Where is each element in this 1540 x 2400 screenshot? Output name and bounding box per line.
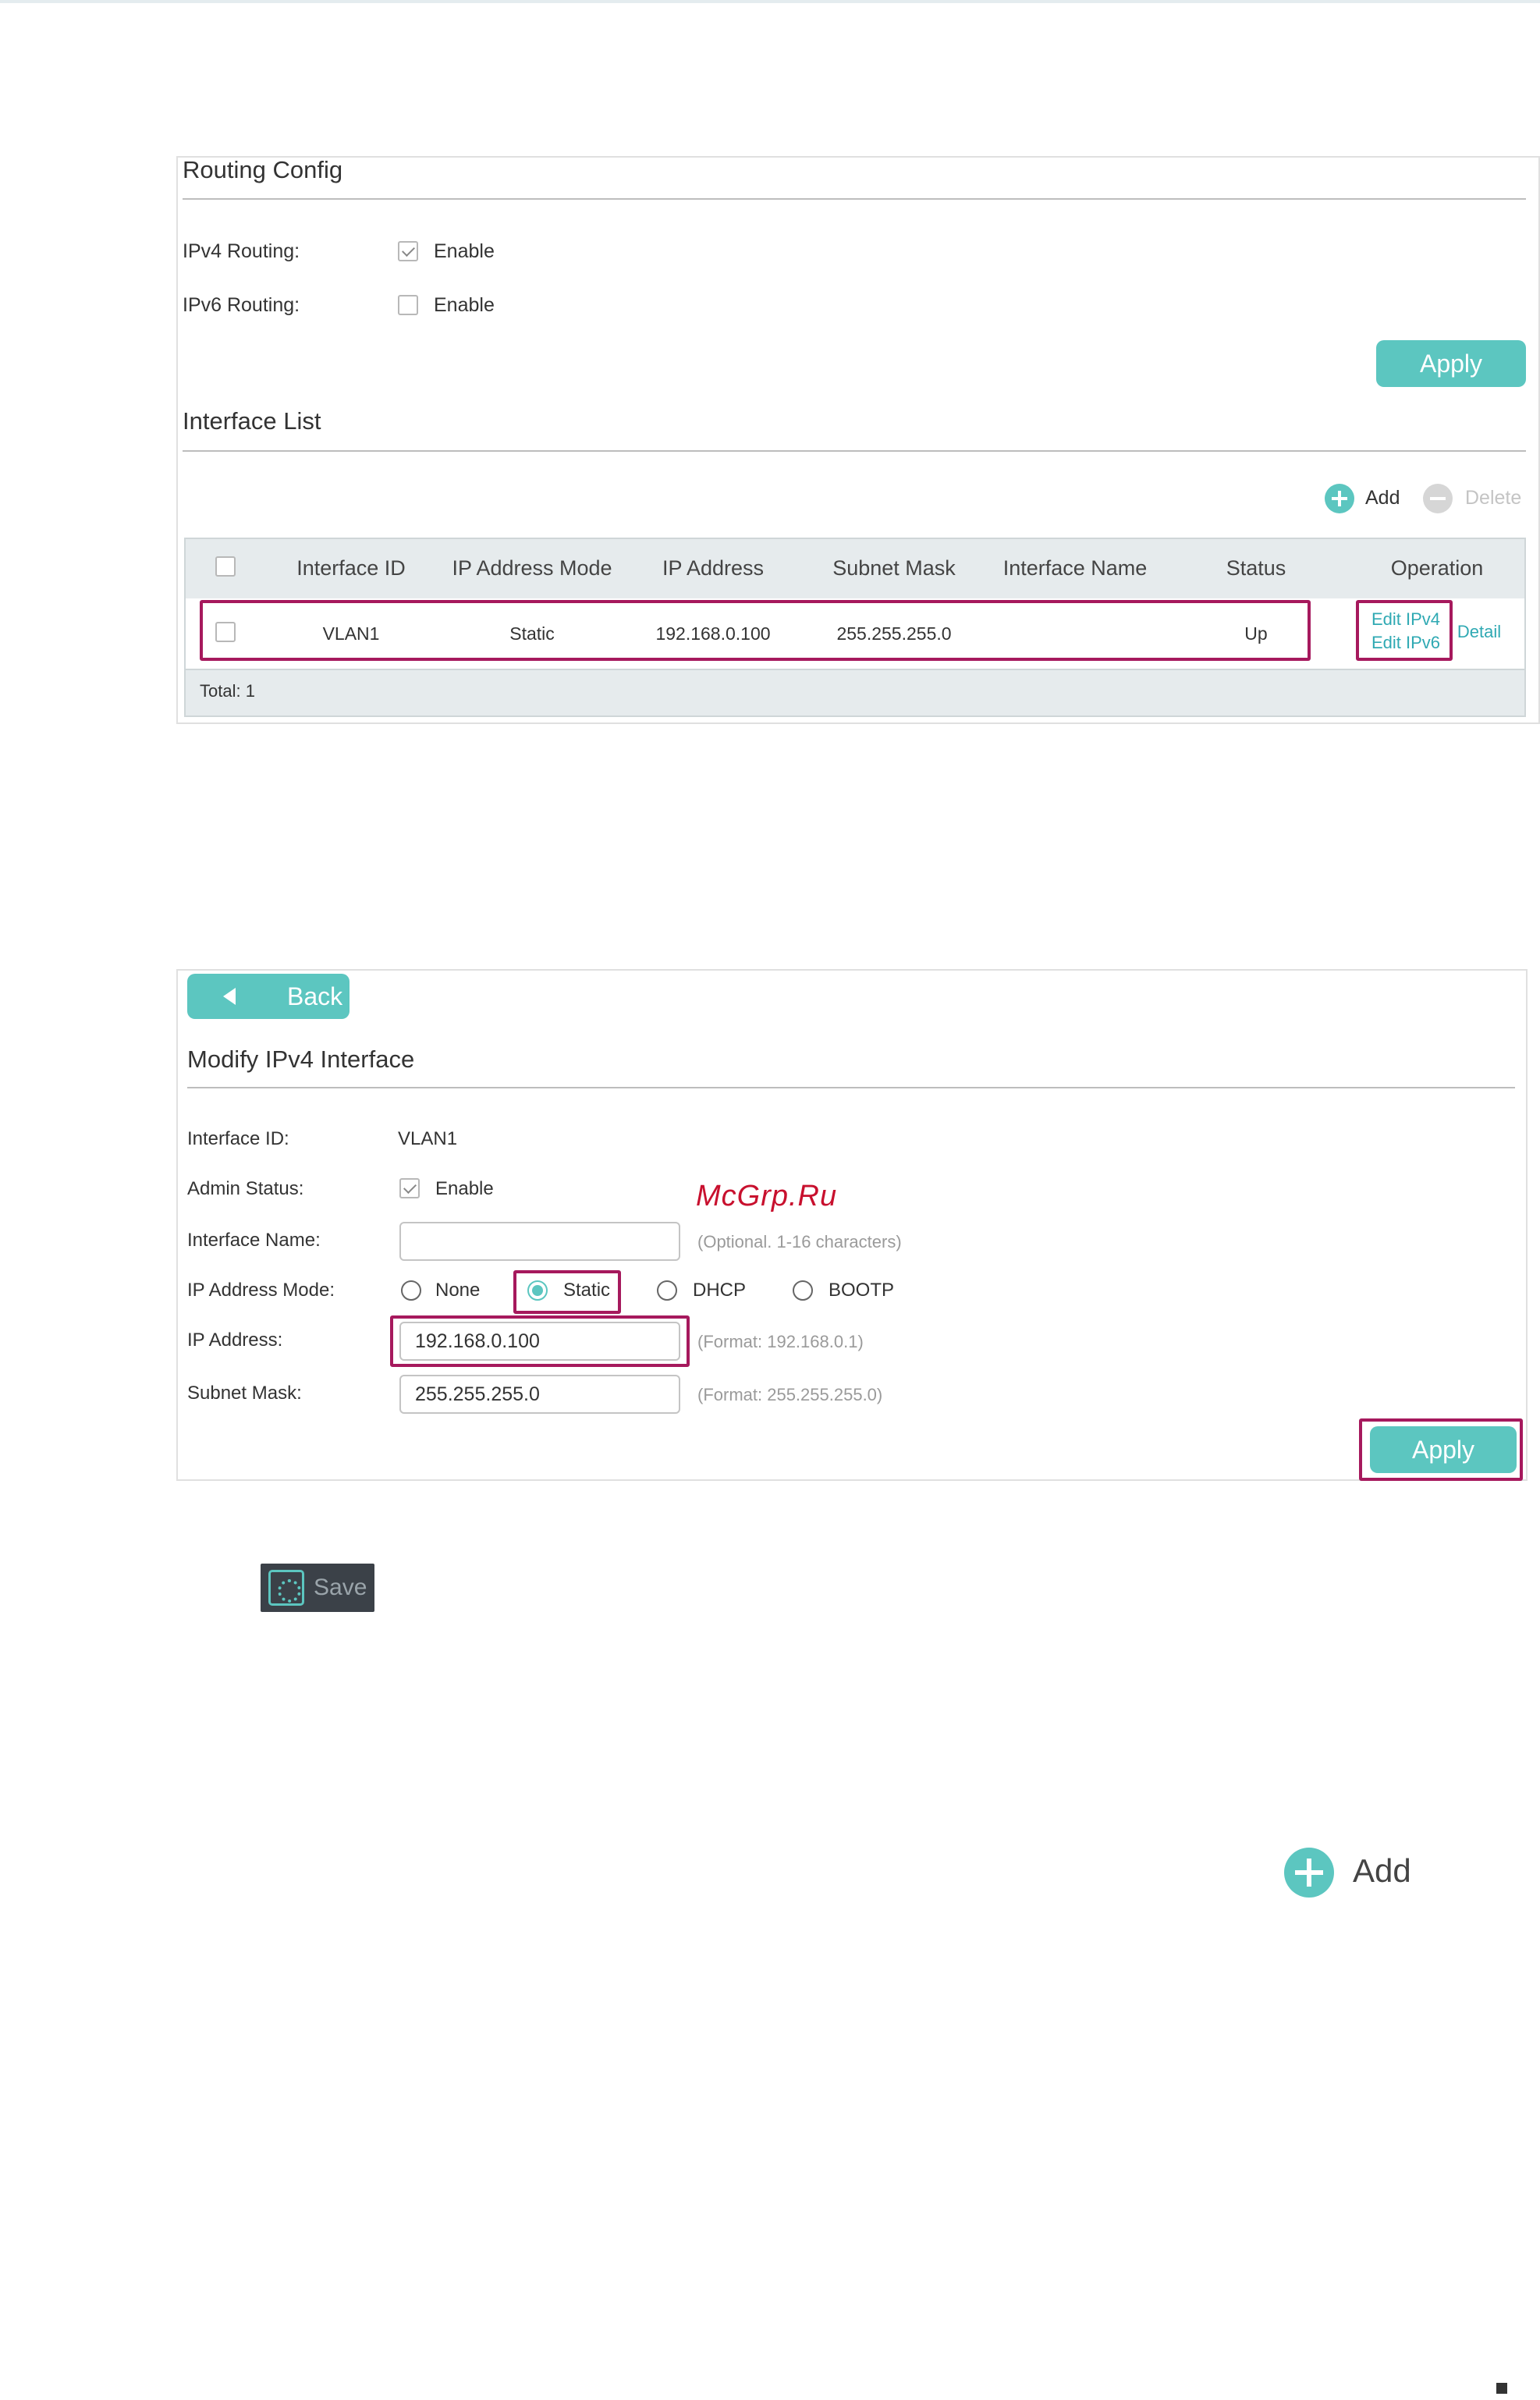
top-rule [0,0,1540,3]
table-footer: Total: 1 [186,669,1524,715]
col-interface-id: Interface ID [296,556,406,580]
add-circle-icon[interactable] [1284,1848,1334,1898]
back-button-label: Back [287,982,343,1010]
page-corner-mark [1496,2383,1507,2394]
ipv6-routing-enable-label: Enable [434,294,495,316]
modify-ipv4-title: Modify IPv4 Interface [187,1046,415,1073]
routing-config-title: Routing Config [183,156,343,183]
admin-status-checkbox[interactable] [399,1178,420,1198]
highlight-edit-links [1356,600,1453,661]
detail-link[interactable]: Detail [1457,622,1501,642]
ip-mode-bootp-label: BOOTP [829,1280,895,1301]
routing-apply-button[interactable]: Apply [1376,340,1526,387]
modify-ipv4-divider [187,1087,1515,1088]
add-icon[interactable] [1325,484,1354,513]
col-interface-name: Interface Name [1002,556,1148,580]
interface-id-value: VLAN1 [398,1128,458,1149]
subnet-mask-hint: (Format: 255.255.255.0) [697,1385,883,1404]
highlight-static-option [513,1270,621,1314]
interface-name-input[interactable] [399,1222,680,1261]
back-arrow-icon [223,988,236,1005]
ip-mode-none-label: None [435,1280,481,1301]
save-button[interactable]: Save [261,1564,374,1612]
ipv6-routing-checkbox[interactable] [398,295,418,315]
delete-button-label: Delete [1465,487,1522,509]
ipv4-routing-checkbox[interactable] [398,241,418,261]
ip-mode-dhcp-radio[interactable] [657,1280,677,1301]
col-ip-address: IP Address [662,556,765,580]
select-all-checkbox[interactable] [215,556,236,577]
col-subnet-mask: Subnet Mask [832,556,956,580]
ip-address-label: IP Address: [187,1330,283,1351]
routing-config-divider [183,198,1526,200]
ip-mode-label: IP Address Mode: [187,1280,335,1301]
col-operation: Operation [1390,556,1484,580]
admin-status-label: Admin Status: [187,1178,304,1199]
subnet-mask-input[interactable] [399,1375,680,1414]
interface-list-title: Interface List [183,407,321,435]
ipv4-routing-enable-label: Enable [434,240,495,262]
interface-list-divider [183,450,1526,452]
col-ip-address-mode: IP Address Mode [452,556,612,580]
table-header: Interface ID IP Address Mode IP Address … [186,539,1524,598]
interface-name-label: Interface Name: [187,1230,321,1251]
add-button-label[interactable]: Add [1365,487,1400,509]
save-gear-icon [268,1570,304,1606]
ip-mode-bootp-radio[interactable] [793,1280,813,1301]
ip-mode-none-radio[interactable] [401,1280,421,1301]
interface-id-label: Interface ID: [187,1128,289,1149]
delete-icon [1423,484,1453,513]
interface-name-hint: (Optional. 1-16 characters) [697,1232,902,1251]
ip-mode-dhcp-label: DHCP [693,1280,747,1301]
highlight-ip-address [390,1315,690,1367]
watermark-text: McGrp.Ru [696,1180,838,1212]
save-button-label: Save [314,1575,367,1600]
subnet-mask-label: Subnet Mask: [187,1383,302,1404]
highlight-interface-row [200,600,1311,661]
highlight-apply-button [1359,1418,1523,1481]
ipv6-routing-label: IPv6 Routing: [183,294,300,316]
table-total: Total: 1 [200,681,255,701]
admin-status-enable-label: Enable [435,1178,494,1199]
back-button[interactable]: Back [187,974,350,1019]
ipv4-routing-label: IPv4 Routing: [183,240,300,262]
ip-address-hint: (Format: 192.168.0.1) [697,1332,864,1351]
col-status: Status [1226,556,1286,580]
add-sample-label: Add [1353,1852,1411,1889]
